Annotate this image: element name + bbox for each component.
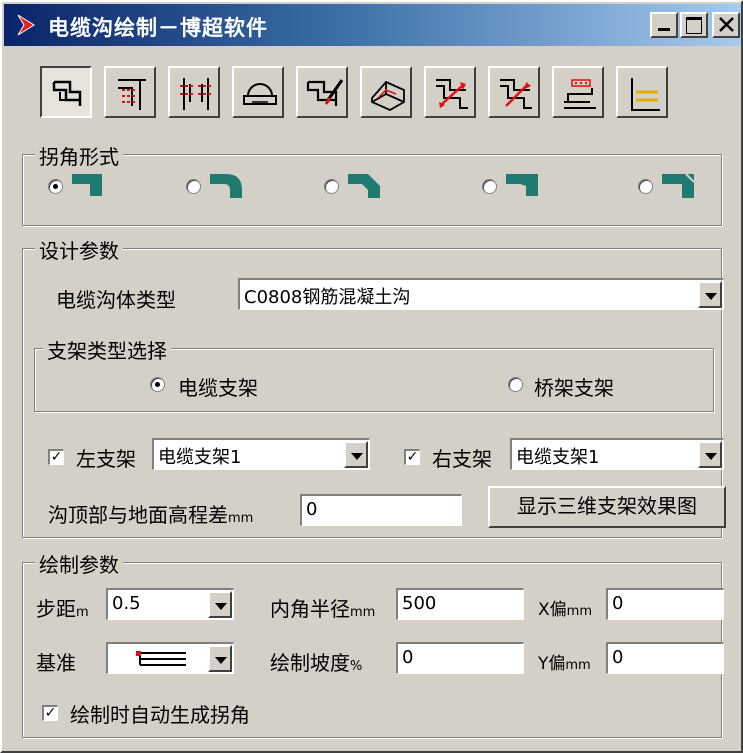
tool-left-support[interactable] (104, 66, 156, 118)
base-select[interactable] (106, 642, 234, 674)
title-bar[interactable]: 电缆沟绘制－博超软件 (4, 4, 741, 46)
inner-radius-input[interactable]: 500 (396, 588, 524, 620)
trench-outline-icon (52, 80, 82, 106)
section-view-icon (243, 83, 277, 105)
right-support-select[interactable]: 电缆支架1 (510, 438, 724, 470)
tool-connect-2[interactable] (488, 66, 540, 118)
tool-elevation[interactable] (616, 66, 668, 118)
auto-corner-label: 绘制时自动生成拐角 (70, 703, 250, 727)
left-support-select[interactable]: 电缆支架1 (152, 438, 370, 470)
trench-type-select[interactable]: C0808钢筋混凝土沟 (238, 278, 724, 310)
tool-trench-outline[interactable] (40, 66, 92, 118)
y-offset-input[interactable]: 0 (606, 642, 724, 674)
bevel-corner-icon (506, 174, 538, 196)
elevation-icon (631, 78, 660, 111)
tool-3d-view[interactable] (360, 66, 412, 118)
trench-type-value: C0808钢筋混凝土沟 (244, 287, 411, 308)
window-title: 电缆沟绘制－博超软件 (48, 16, 268, 40)
step-corner-icon (662, 173, 695, 198)
tool-double-support[interactable] (168, 66, 220, 118)
x-offset-label: X偏mm (538, 600, 592, 620)
design-params-legend: 设计参数 (35, 235, 123, 264)
tool-annotate[interactable] (552, 66, 604, 118)
chevron-down-icon[interactable] (208, 591, 232, 618)
support-cable-label: 电缆支架 (178, 376, 258, 400)
app-icon (17, 14, 35, 36)
left-support-value: 电缆支架1 (158, 447, 242, 468)
double-support-icon (180, 78, 212, 110)
tool-section-view[interactable] (232, 66, 284, 118)
left-support-icon (118, 79, 146, 110)
show-3d-support-button[interactable]: 显示三维支架效果图 (488, 486, 726, 528)
y-offset-label: Y偏mm (538, 654, 591, 674)
baseline-icon (136, 651, 186, 666)
auto-corner-checkbox[interactable]: ✓ (42, 705, 58, 721)
slope-input[interactable]: 0 (396, 642, 524, 674)
support-cable-radio[interactable] (150, 377, 165, 392)
tool-edit-trench[interactable] (296, 66, 348, 118)
tool-connect-1[interactable] (424, 66, 476, 118)
chevron-down-icon[interactable] (698, 281, 722, 308)
connect-alt-icon (500, 79, 532, 109)
corner-rounded-radio[interactable] (186, 179, 201, 194)
corner-chamfer-radio[interactable] (324, 179, 339, 194)
corner-step-radio[interactable] (638, 179, 653, 194)
chevron-down-icon[interactable] (208, 645, 232, 672)
step-select[interactable]: 0.5 (106, 588, 234, 620)
minimize-button[interactable] (650, 12, 678, 38)
annotate-icon (564, 79, 596, 109)
slope-label: 绘制坡度% (270, 651, 363, 675)
rounded-corner-icon (210, 174, 242, 198)
corner-square-radio[interactable] (48, 179, 63, 194)
support-tray-label: 桥架支架 (534, 376, 614, 400)
corner-bevel-radio[interactable] (482, 179, 497, 194)
left-support-checkbox[interactable]: ✓ (48, 449, 64, 465)
chevron-down-icon[interactable] (344, 441, 368, 468)
draw-params-legend: 绘制参数 (35, 549, 123, 578)
trench-type-label: 电缆沟体类型 (56, 288, 176, 312)
step-label: 步距m (36, 597, 89, 621)
chamfer-corner-icon (348, 174, 380, 198)
edit-trench-icon (306, 79, 344, 106)
square-corner-icon (72, 174, 102, 196)
elevation-label: 沟顶部与地面高程差mm (48, 503, 254, 527)
left-support-label: 左支架 (76, 447, 136, 471)
close-icon (719, 17, 734, 32)
elevation-input[interactable]: 0 (300, 494, 462, 526)
right-support-checkbox[interactable]: ✓ (404, 449, 420, 465)
right-support-value: 电缆支架1 (516, 447, 600, 468)
connect-icon (436, 79, 468, 109)
3d-view-icon (371, 80, 405, 112)
chevron-down-icon[interactable] (698, 441, 722, 468)
corner-type-legend: 拐角形式 (35, 141, 123, 170)
x-offset-input[interactable]: 0 (606, 588, 724, 620)
maximize-button[interactable] (680, 12, 708, 38)
dialog-window: 电缆沟绘制－博超软件 拐角形式 设计参数 电缆沟体类型 C0808钢筋混凝土沟 … (0, 0, 743, 753)
support-type-legend: 支架类型选择 (43, 335, 171, 364)
inner-radius-label: 内角半径mm (270, 597, 376, 621)
support-tray-radio[interactable] (508, 377, 523, 392)
base-label: 基准 (36, 651, 76, 675)
step-value: 0.5 (112, 593, 141, 614)
right-support-label: 右支架 (432, 447, 492, 471)
close-button[interactable] (712, 12, 740, 38)
